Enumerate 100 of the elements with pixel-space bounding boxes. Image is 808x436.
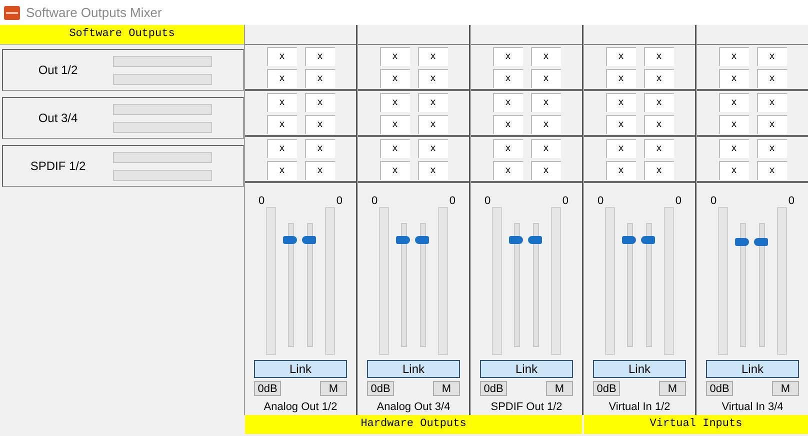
link-button[interactable]: Link [706,360,799,378]
link-button[interactable]: Link [480,360,573,378]
level-value: 0 [258,195,265,207]
level-value: 0 [484,195,491,207]
matrix-cell[interactable]: x [492,68,522,88]
mute-button[interactable]: M [546,381,573,396]
matrix-cell[interactable]: x [606,46,636,66]
matrix-cell[interactable]: x [492,160,522,180]
matrix-cell[interactable]: x [644,160,674,180]
matrix-cell[interactable]: x [304,138,334,158]
matrix-cell[interactable]: x [380,68,410,88]
matrix-cell[interactable]: x [266,46,296,66]
fader-handle[interactable] [622,236,636,244]
link-button[interactable]: Link [367,360,460,378]
matrix-cell[interactable]: x [304,114,334,134]
zero-db-button[interactable]: 0dB [593,381,620,396]
channel-name: Virtual In 1/2 [608,401,670,413]
matrix-cell[interactable]: x [644,46,674,66]
matrix-cell[interactable]: x [418,114,448,134]
fader-handle[interactable] [414,236,429,244]
matrix-cell[interactable]: x [606,68,636,88]
group-label: Virtual Inputs [584,415,808,434]
matrix-cell[interactable]: x [266,160,296,180]
fader-handle[interactable] [396,236,410,244]
matrix-cell[interactable]: x [304,46,334,66]
matrix-cell[interactable]: x [756,92,786,112]
matrix-cell[interactable]: x [756,160,786,180]
level-value: 0 [336,195,342,207]
matrix-cell[interactable]: x [756,138,786,158]
matrix-cell[interactable]: x [304,160,334,180]
matrix-cell[interactable]: x [644,114,674,134]
matrix-cell[interactable]: x [530,114,560,134]
matrix-cell[interactable]: x [756,46,786,66]
matrix-cell[interactable]: x [266,138,296,158]
fader-handle[interactable] [528,236,542,244]
matrix-cell[interactable]: x [418,46,448,66]
app-icon [4,6,20,20]
zero-db-button[interactable]: 0dB [367,381,394,396]
zero-db-button[interactable]: 0dB [706,381,733,396]
channel-name: SPDIF Out 1/2 [490,401,562,413]
level-value: 0 [372,195,378,207]
zero-db-button[interactable]: 0dB [254,381,281,396]
channel-name: Analog Out 1/2 [264,401,338,413]
matrix-cell[interactable]: x [644,68,674,88]
matrix-cell[interactable]: x [380,160,410,180]
fader-handle[interactable] [509,236,524,244]
matrix-cell[interactable]: x [418,138,448,158]
link-button[interactable]: Link [254,360,347,378]
mute-button[interactable]: M [659,381,686,396]
matrix-cell[interactable]: x [380,46,410,66]
section-header: Software Outputs [0,25,244,45]
mute-button[interactable]: M [433,381,460,396]
matrix-cell[interactable]: x [530,138,560,158]
matrix-cell[interactable]: x [718,114,748,134]
matrix-cell[interactable]: x [492,138,522,158]
matrix-cell[interactable]: x [266,114,296,134]
matrix-cell[interactable]: x [266,68,296,88]
matrix-cell[interactable]: x [380,138,410,158]
matrix-cell[interactable]: x [304,92,334,112]
matrix-cell[interactable]: x [530,160,560,180]
fader-handle[interactable] [735,238,750,246]
matrix-cell[interactable]: x [718,68,748,88]
fader-handle[interactable] [640,236,655,244]
matrix-cell[interactable]: x [418,92,448,112]
matrix-cell[interactable]: x [492,114,522,134]
fader-handle[interactable] [283,236,298,244]
matrix-cell[interactable]: x [606,160,636,180]
mute-button[interactable]: M [772,381,799,396]
matrix-cell[interactable]: x [266,92,296,112]
matrix-cell[interactable]: x [606,114,636,134]
matrix-cell[interactable]: x [492,46,522,66]
matrix-cell[interactable]: x [718,46,748,66]
matrix-cell[interactable]: x [718,92,748,112]
output-label: Out 3/4 [37,111,79,125]
matrix-cell[interactable]: x [718,138,748,158]
matrix-cell[interactable]: x [644,92,674,112]
matrix-cell[interactable]: x [606,138,636,158]
matrix-cell[interactable]: x [530,92,560,112]
level-value: 0 [562,195,568,207]
mute-button[interactable]: M [320,381,347,396]
matrix-cell[interactable]: x [380,114,410,134]
channel-name: Virtual In 3/4 [722,401,784,413]
matrix-cell[interactable]: x [492,92,522,112]
matrix-cell[interactable]: x [304,68,334,88]
fader-handle[interactable] [754,238,768,246]
group-label: Hardware Outputs [245,415,582,434]
fader-handle[interactable] [302,236,316,244]
matrix-cell[interactable]: x [418,68,448,88]
matrix-cell[interactable]: x [644,138,674,158]
zero-db-button[interactable]: 0dB [480,381,507,396]
matrix-cell[interactable]: x [530,46,560,66]
matrix-cell[interactable]: x [380,92,410,112]
matrix-cell[interactable]: x [606,92,636,112]
link-button[interactable]: Link [593,360,686,378]
matrix-cell[interactable]: x [756,114,786,134]
matrix-cell[interactable]: x [530,68,560,88]
matrix-cell[interactable]: x [418,160,448,180]
matrix-cell[interactable]: x [718,160,748,180]
matrix-cell[interactable]: x [756,68,786,88]
level-value: 0 [788,195,794,207]
